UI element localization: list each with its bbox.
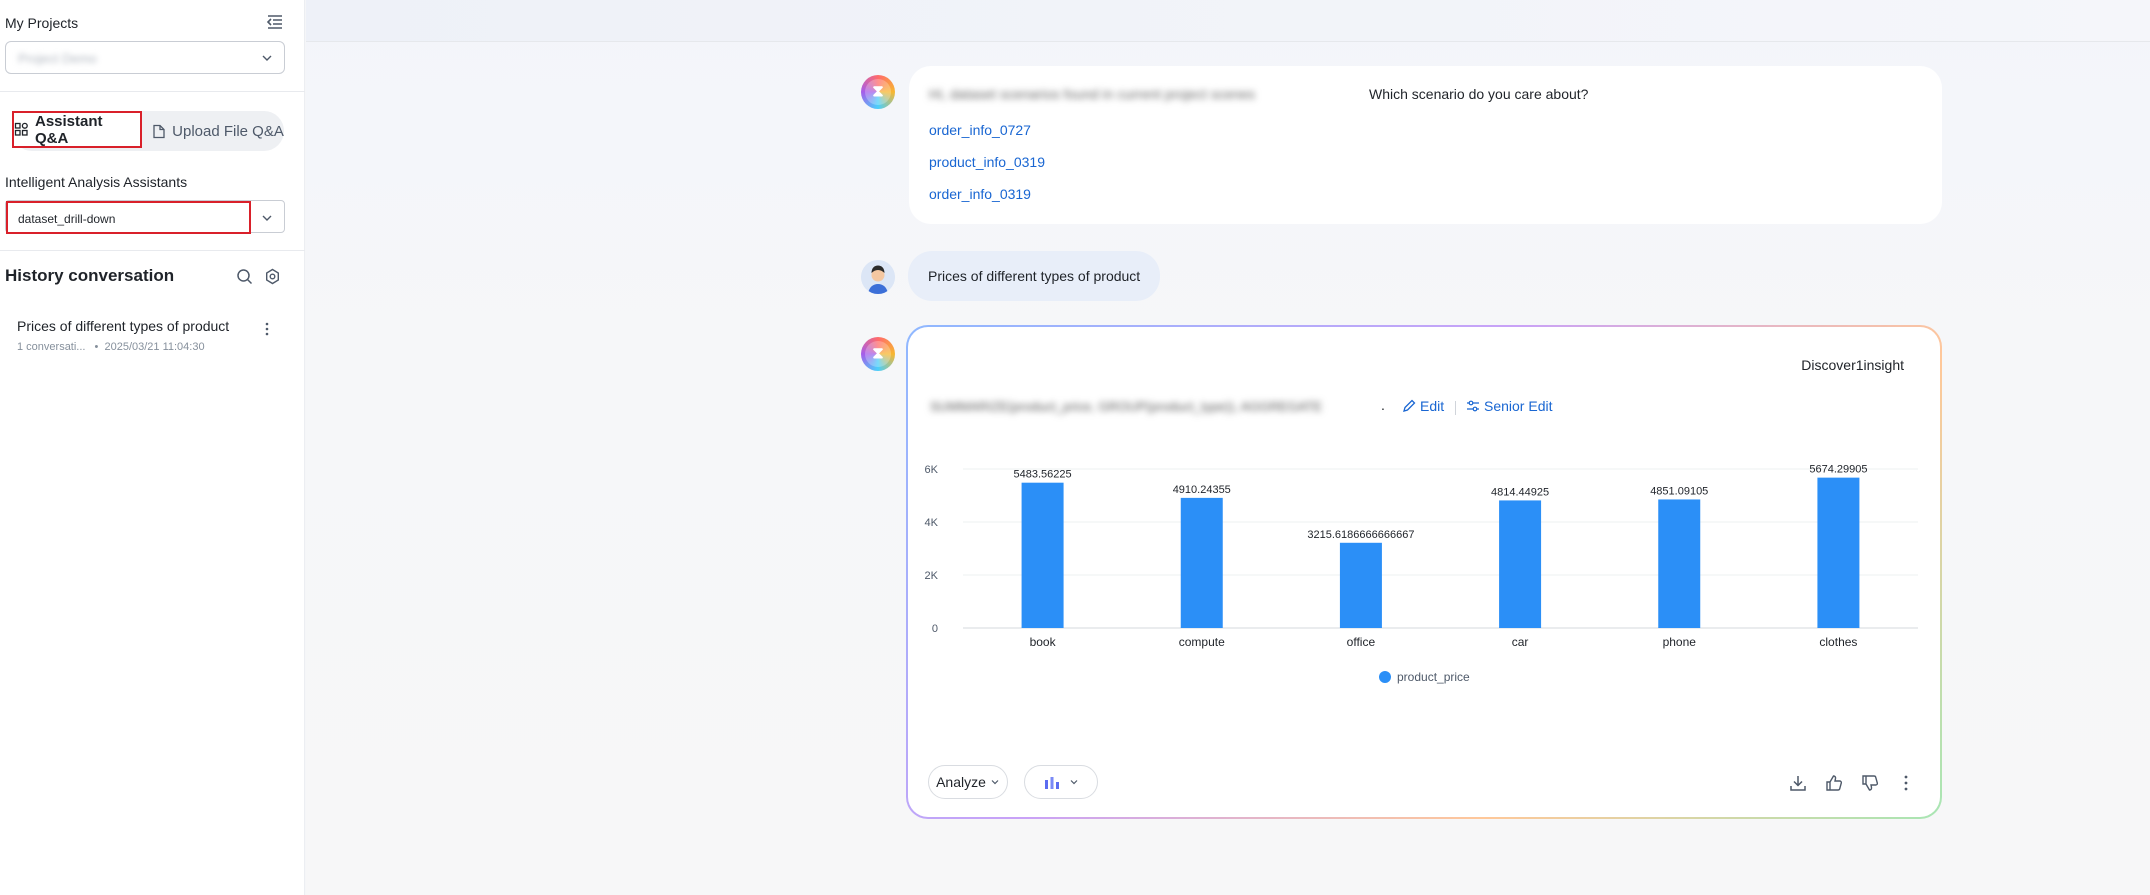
gear-icon[interactable] bbox=[264, 268, 281, 285]
chevron-down-icon bbox=[1070, 780, 1078, 785]
y-tick-label: 0 bbox=[932, 623, 938, 635]
chevron-down-icon bbox=[262, 55, 272, 61]
bot-message-scenarios: Hi, dataset scenarios found in current p… bbox=[909, 66, 1942, 224]
history-item-count: 1 conversati... bbox=[17, 341, 86, 353]
chat-area: ⧗ Hi, dataset scenarios found in current… bbox=[306, 0, 2150, 895]
edit-button[interactable]: Edit bbox=[1402, 398, 1444, 414]
more-vertical-icon[interactable] bbox=[259, 321, 275, 337]
chevron-down-icon bbox=[991, 780, 999, 785]
user-message: Prices of different types of product bbox=[908, 251, 1160, 301]
tab-assistant-qa-label: Assistant Q&A bbox=[35, 112, 103, 147]
history-item-bullet: • bbox=[94, 341, 99, 353]
blurred-text: Hi, dataset scenarios found in current p… bbox=[929, 86, 1256, 102]
blurred-query-text: SUMMARIZE(product_price, GROUP(product_t… bbox=[930, 399, 1323, 414]
assistant-select-value: dataset_drill-down bbox=[6, 201, 251, 234]
tab-upload-file-qa-label: Upload File Q&A bbox=[172, 122, 284, 140]
query-dot: . bbox=[1381, 397, 1385, 413]
x-tick-label: car bbox=[1512, 635, 1529, 649]
thumbs-up-icon[interactable] bbox=[1824, 773, 1844, 793]
x-tick-label: book bbox=[1030, 635, 1057, 649]
separator bbox=[1455, 401, 1456, 415]
x-tick-label: clothes bbox=[1819, 635, 1857, 649]
chevron-down-icon bbox=[262, 215, 272, 221]
pencil-icon bbox=[1403, 399, 1416, 412]
collapse-menu-icon[interactable] bbox=[265, 12, 285, 32]
x-tick-label: compute bbox=[1179, 635, 1225, 649]
search-icon[interactable] bbox=[236, 268, 253, 285]
history-item-meta: 1 conversati... • 2025/03/21 11:04:30 bbox=[17, 341, 205, 353]
chart-type-dropdown[interactable] bbox=[1024, 765, 1098, 799]
history-item-title: Prices of different types of product bbox=[17, 318, 230, 334]
bar bbox=[1180, 497, 1223, 628]
bar bbox=[1658, 499, 1701, 628]
x-tick-label: phone bbox=[1663, 635, 1697, 649]
project-select-value: Project Demo bbox=[18, 51, 97, 66]
bot-avatar: ⧗ bbox=[861, 337, 895, 371]
scenario-question: Which scenario do you care about? bbox=[1369, 86, 1589, 102]
divider bbox=[0, 250, 305, 251]
data-label: 5483.56225 bbox=[1014, 469, 1072, 481]
history-item[interactable]: Prices of different types of product 1 c… bbox=[5, 311, 285, 359]
scenario-option-link[interactable]: order_info_0319 bbox=[929, 186, 1031, 202]
data-label: 5674.29905 bbox=[1809, 464, 1867, 476]
bar bbox=[1021, 482, 1064, 628]
scenario-option-link[interactable]: product_info_0319 bbox=[929, 154, 1045, 170]
thumbs-down-icon[interactable] bbox=[1860, 773, 1880, 793]
legend-label: product_price bbox=[1397, 670, 1470, 684]
y-tick-label: 2K bbox=[925, 570, 939, 582]
edit-label: Edit bbox=[1420, 398, 1445, 414]
project-select[interactable]: Project Demo bbox=[5, 41, 285, 74]
bar bbox=[1817, 477, 1860, 628]
history-title: History conversation bbox=[5, 266, 175, 285]
insight-card: Discover1insight SUMMARIZE(product_price… bbox=[906, 325, 1942, 819]
history-item-time: 2025/03/21 11:04:30 bbox=[104, 341, 205, 353]
y-tick-label: 6K bbox=[925, 464, 939, 476]
qa-mode-tabs: Assistant Q&A Upload File Q&A bbox=[12, 111, 284, 151]
bar-chart: 0 2K 4K 6K 5483.56225 book 4910.24355 compute 32… bbox=[925, 464, 1918, 684]
data-label: 3215.6186666666667 bbox=[1307, 529, 1414, 541]
senior-edit-label: Senior Edit bbox=[1484, 398, 1553, 414]
data-label: 4851.09105 bbox=[1650, 485, 1708, 497]
analyze-dropdown[interactable]: Analyze bbox=[928, 765, 1008, 799]
download-icon[interactable] bbox=[1788, 773, 1808, 793]
divider bbox=[0, 91, 305, 92]
top-bar bbox=[306, 0, 2150, 42]
tab-upload-file-qa[interactable]: Upload File Q&A bbox=[152, 111, 284, 151]
grid-icon bbox=[14, 122, 28, 136]
analyze-label: Analyze bbox=[936, 774, 986, 790]
more-vertical-icon[interactable] bbox=[1896, 773, 1916, 793]
data-label: 4814.44925 bbox=[1491, 486, 1549, 498]
projects-title: My Projects bbox=[5, 15, 79, 31]
bar bbox=[1499, 500, 1542, 628]
user-avatar bbox=[861, 260, 895, 294]
bar-chart-icon bbox=[1045, 777, 1059, 789]
assistants-label: Intelligent Analysis Assistants bbox=[5, 174, 188, 190]
senior-edit-button[interactable]: Senior Edit bbox=[1466, 398, 1552, 414]
legend-marker bbox=[1379, 671, 1391, 683]
scenario-option-link[interactable]: order_info_0727 bbox=[929, 122, 1031, 138]
data-label: 4910.24355 bbox=[1173, 484, 1231, 496]
assistant-select[interactable]: dataset_drill-down bbox=[5, 200, 285, 234]
sidebar: My Projects Project Demo Assistant Q&A U… bbox=[0, 0, 305, 895]
discover-insight-label: Discover1insight bbox=[1801, 357, 1904, 373]
bot-avatar: ⧗ bbox=[861, 75, 895, 109]
bar bbox=[1339, 542, 1382, 628]
tab-assistant-qa[interactable]: Assistant Q&A bbox=[12, 111, 142, 148]
file-icon bbox=[153, 124, 165, 138]
y-tick-label: 4K bbox=[925, 517, 939, 529]
sliders-icon bbox=[1467, 400, 1479, 412]
x-tick-label: office bbox=[1347, 635, 1376, 649]
